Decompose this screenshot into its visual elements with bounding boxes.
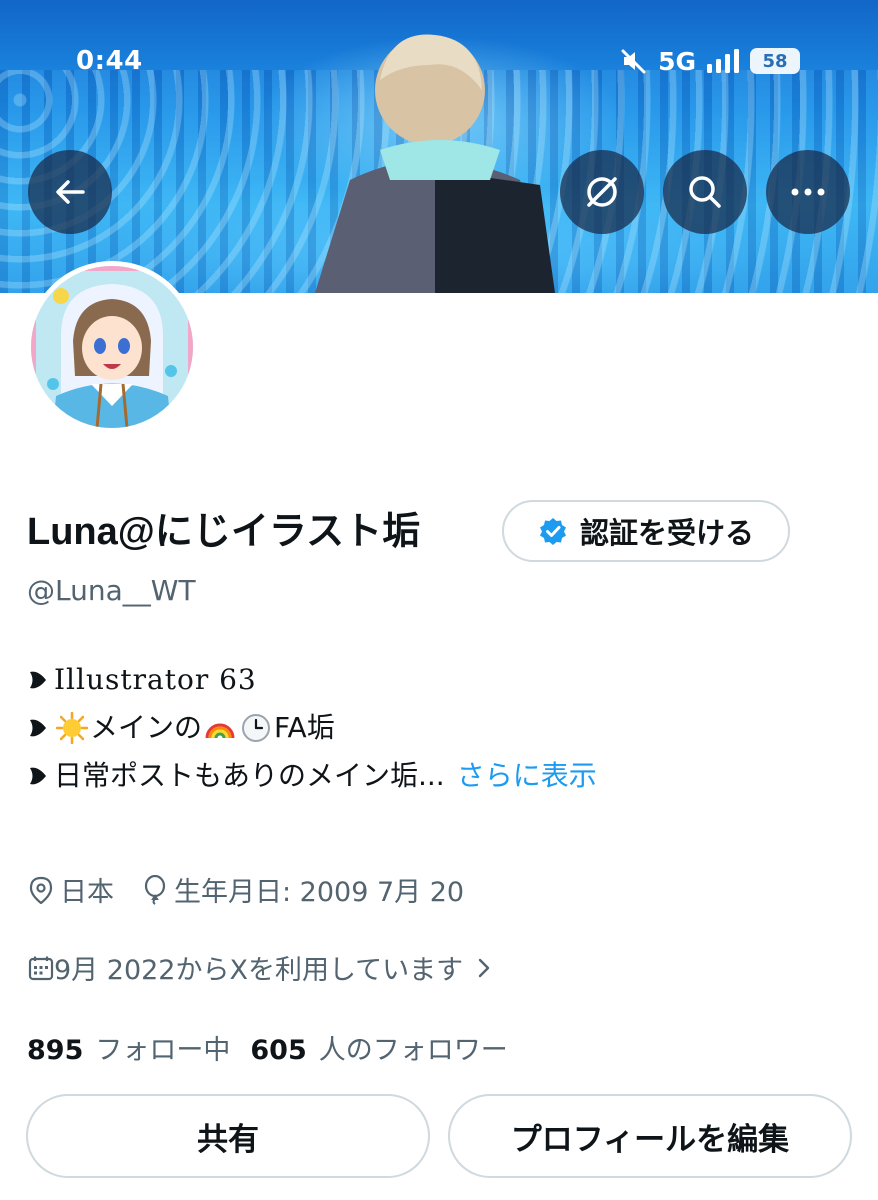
avatar-illustration [31, 266, 193, 428]
edit-profile-button[interactable]: プロフィールを編集 [448, 1094, 852, 1178]
user-handle: @Luna__WT [27, 574, 196, 607]
get-verified-label: 認証を受ける [579, 516, 754, 550]
black-heart-icon [30, 719, 46, 737]
show-more-link[interactable]: さらに表示 [457, 752, 597, 800]
battery-icon: 58 [750, 48, 800, 74]
verified-badge-icon [539, 518, 566, 545]
avatar[interactable] [26, 261, 198, 433]
bio-line-3: 日常ポストもありのメイン垢... さらに表示 [26, 752, 597, 800]
black-heart-icon [30, 671, 46, 689]
following-count[interactable]: 895 [27, 1035, 83, 1066]
share-button[interactable]: 共有 [26, 1094, 430, 1178]
followers-label[interactable]: 人のフォロワー [319, 1028, 508, 1067]
sun-emoji-icon [55, 711, 89, 745]
bio-line-2: メインの FA垢 [26, 704, 597, 752]
bio: Illustrator 63 メインの FA垢 日常ポストもありのメイン垢...… [26, 656, 597, 800]
chevron-right-icon [478, 958, 490, 977]
follow-stats: 895 フォロー中 605 人のフォロワー [27, 1028, 528, 1067]
more-options-button[interactable] [766, 150, 850, 234]
followers-count[interactable]: 605 [250, 1035, 306, 1066]
back-button[interactable] [28, 150, 112, 234]
location-pin-icon [29, 876, 53, 904]
arrow-left-icon [56, 180, 85, 204]
bio-line-1: Illustrator 63 [26, 656, 597, 704]
location-text: 日本 [60, 877, 114, 908]
get-verified-button[interactable]: 認証を受ける [502, 500, 790, 562]
birthday-text: 生年月日: 2009 7月 20 [174, 877, 465, 908]
black-heart-icon [30, 767, 46, 785]
joined-text: 9月 2022からXを利用しています [54, 955, 464, 986]
status-time: 0:44 [76, 46, 143, 76]
rainbow-emoji-icon [203, 711, 237, 745]
edit-profile-label: プロフィールを編集 [510, 1121, 790, 1158]
display-name-row: Luna@にじイラスト垢 [27, 500, 420, 555]
following-label[interactable]: フォロー中 [95, 1028, 230, 1067]
grok-button[interactable] [560, 150, 644, 234]
share-label: 共有 [197, 1121, 259, 1158]
search-button[interactable] [663, 150, 747, 234]
display-name: Luna@にじイラスト垢 [27, 511, 421, 553]
grok-icon [587, 177, 617, 207]
calendar-icon [28, 956, 54, 980]
balloon-icon [144, 874, 166, 905]
more-icon [791, 188, 825, 196]
clock-emoji-icon [239, 711, 273, 745]
mute-icon [621, 49, 646, 74]
network-type: 5G [658, 46, 696, 76]
profile-meta: 日本 生年月日: 2009 7月 20 [28, 870, 464, 909]
status-bar: 0:44 5G 58 [0, 46, 878, 80]
joined-date-row[interactable]: 9月 2022からXを利用しています [28, 948, 495, 987]
search-icon [689, 176, 721, 208]
profile-banner[interactable]: 0:44 5G 58 [0, 0, 878, 293]
signal-icon [707, 49, 739, 73]
